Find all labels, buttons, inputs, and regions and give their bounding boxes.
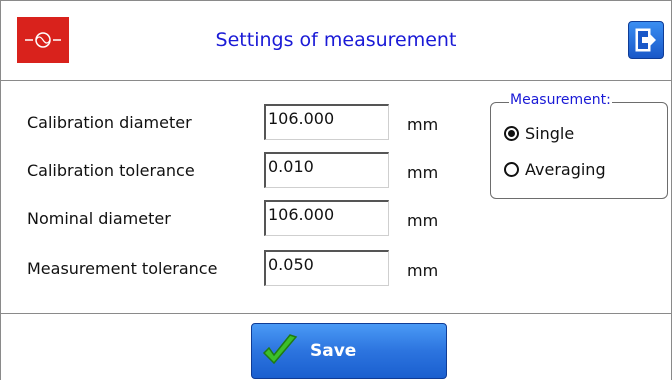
calibration-diameter-unit: mm	[407, 115, 439, 134]
radio-single[interactable]: Single	[504, 122, 574, 144]
calibration-tolerance-input[interactable]: 0.010	[264, 152, 389, 188]
nominal-diameter-input[interactable]: 106.000	[264, 200, 389, 236]
exit-icon	[635, 28, 656, 52]
calibration-diameter-label: Calibration diameter	[27, 113, 192, 132]
radio-single-label: Single	[525, 123, 575, 143]
calibration-diameter-input[interactable]: 106.000	[264, 104, 389, 140]
calibration-tolerance-label: Calibration tolerance	[27, 161, 195, 180]
save-button-label: Save	[310, 341, 357, 361]
radio-averaging[interactable]: Averaging	[504, 158, 606, 180]
nominal-diameter-unit: mm	[407, 211, 439, 230]
measurement-tolerance-label: Measurement tolerance	[27, 259, 218, 278]
radio-averaging-button[interactable]	[504, 161, 519, 177]
save-button[interactable]: Save	[251, 323, 447, 379]
nominal-diameter-label: Nominal diameter	[27, 209, 171, 228]
calibration-tolerance-unit: mm	[407, 163, 439, 182]
checkmark-icon	[262, 334, 298, 365]
measurement-groupbox	[490, 102, 668, 199]
radio-averaging-label: Averaging	[525, 159, 606, 179]
measurement-tolerance-input[interactable]: 0.050	[264, 250, 389, 286]
measurement-tolerance-unit: mm	[407, 261, 439, 280]
page-title: Settings of measurement	[215, 29, 457, 51]
measurement-group-title: Measurement:	[509, 92, 612, 108]
exit-button[interactable]	[628, 21, 664, 59]
radio-single-button[interactable]	[504, 125, 519, 141]
